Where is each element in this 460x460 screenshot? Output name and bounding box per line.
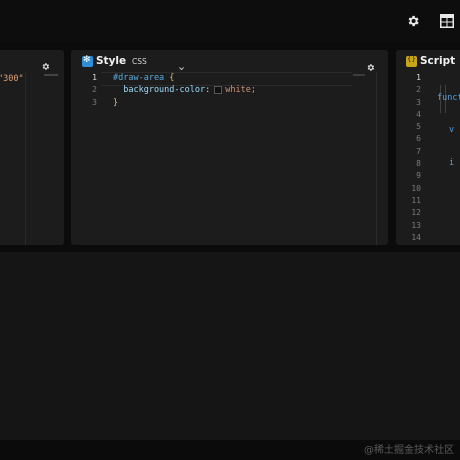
panel-title: Script xyxy=(420,55,456,67)
style-panel-header: Style CSS xyxy=(71,50,388,72)
line-number: 8 xyxy=(416,159,421,169)
code-line: #draw-area { xyxy=(113,72,256,84)
line-number: 4 xyxy=(416,109,421,119)
watermark: @稀土掘金技术社区 xyxy=(364,445,454,456)
code-brace: } xyxy=(113,97,119,108)
line-number-gutter: 1 2 3 4 5 6 7 8 9 10 11 12 13 14 xyxy=(396,72,421,244)
code-line: i xyxy=(449,157,455,168)
code-lines: funct v i xyxy=(437,72,460,189)
line-number-gutter: 1 2 3 xyxy=(71,72,101,109)
line-number: 3 xyxy=(416,97,421,107)
code-string: "300" xyxy=(0,74,24,84)
code-line: v xyxy=(449,125,455,136)
html-panel: "300" xyxy=(0,50,64,245)
editor-workspace: "300" Style CSS 1 2 3 #draw-area { xyxy=(0,42,460,252)
javascript-icon xyxy=(406,55,417,67)
css-selector: #draw-area xyxy=(113,73,165,83)
line-number: 7 xyxy=(416,146,421,156)
language-select[interactable]: CSS xyxy=(132,57,147,66)
color-swatch[interactable] xyxy=(214,85,223,94)
scroll-divider xyxy=(376,72,377,245)
line-number: 2 xyxy=(416,85,421,95)
line-number: 5 xyxy=(416,122,421,132)
script-panel: Script 1 2 3 4 5 6 7 8 9 10 11 12 13 14 xyxy=(396,50,460,245)
line-number: 3 xyxy=(92,97,97,107)
line-number: 10 xyxy=(411,183,421,193)
css-value: white; xyxy=(225,85,256,96)
code-lines: #draw-area { background-color: white; } xyxy=(113,72,256,109)
line-number: 2 xyxy=(92,85,97,95)
html-code-editor[interactable]: "300" xyxy=(0,74,24,84)
minimap[interactable] xyxy=(44,74,58,76)
line-number: 9 xyxy=(416,171,421,181)
line-number: 14 xyxy=(411,232,421,242)
css-icon xyxy=(82,55,93,67)
gear-icon[interactable] xyxy=(404,12,422,30)
top-toolbar xyxy=(0,0,460,42)
line-number: 1 xyxy=(416,73,421,82)
gear-icon[interactable] xyxy=(41,56,50,75)
minimap[interactable] xyxy=(353,74,365,76)
script-panel-header: Script xyxy=(396,50,460,72)
line-number: 1 xyxy=(92,73,97,82)
css-code-editor[interactable]: 1 2 3 #draw-area { background-color: whit… xyxy=(71,72,388,245)
layout-grid-icon[interactable] xyxy=(438,12,456,30)
js-code-editor[interactable]: 1 2 3 4 5 6 7 8 9 10 11 12 13 14 funct v… xyxy=(396,72,460,245)
scroll-divider xyxy=(25,72,26,245)
line-number: 6 xyxy=(416,134,421,144)
code-line: funct xyxy=(437,93,460,103)
style-panel: Style CSS 1 2 3 #draw-area { background-… xyxy=(71,50,388,245)
footer-bar: @稀土掘金技术社区 xyxy=(0,440,460,460)
code-brace: { xyxy=(164,73,175,83)
line-number: 11 xyxy=(411,195,421,205)
code-line: } xyxy=(113,97,256,109)
code-line: background-color: white; xyxy=(113,84,256,96)
panel-title: Style xyxy=(96,55,127,67)
line-number: 13 xyxy=(411,220,421,230)
css-property: background-color: xyxy=(113,85,211,96)
line-number: 12 xyxy=(411,208,421,218)
